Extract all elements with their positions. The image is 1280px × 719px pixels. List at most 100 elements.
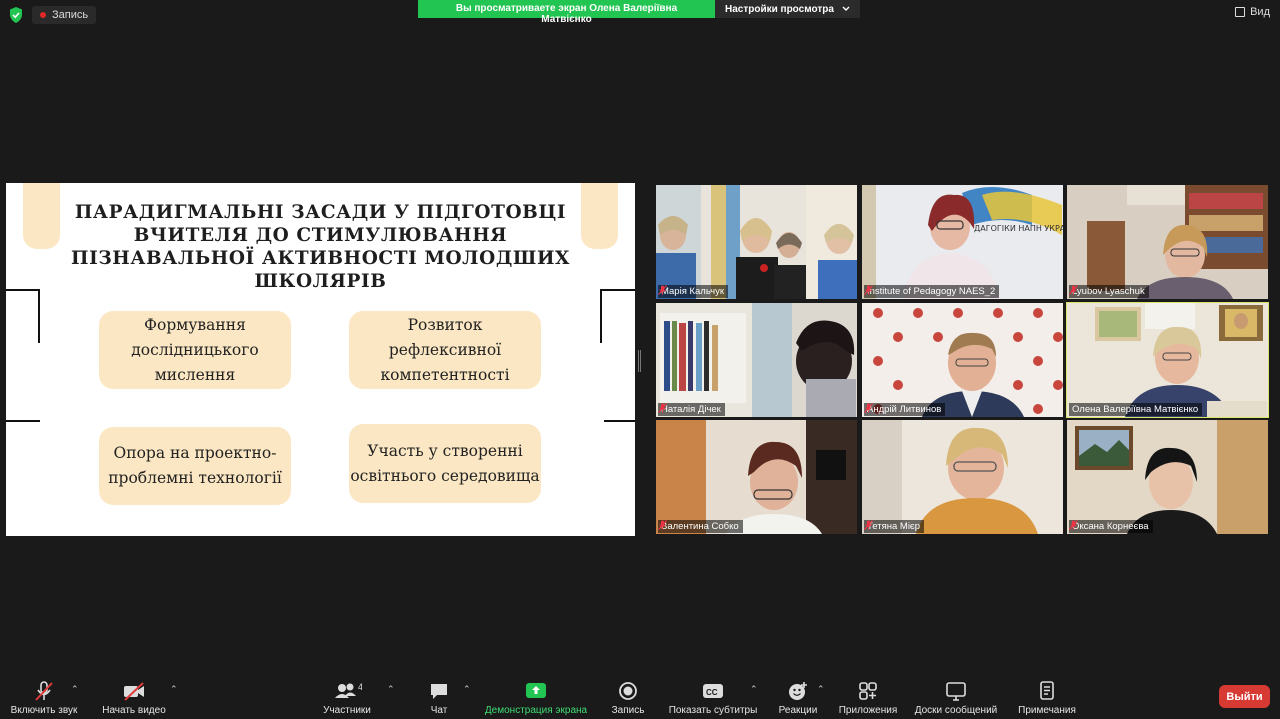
mic-muted-icon	[658, 285, 667, 295]
captions-options-caret-icon[interactable]: ⌃	[750, 684, 758, 695]
video-tile[interactable]: Андрій Литвинов	[862, 303, 1063, 417]
reactions-button[interactable]: Реакции	[776, 679, 820, 719]
video-tile[interactable]: Марія Кальчук	[656, 185, 857, 299]
mic-muted-icon	[864, 285, 873, 295]
view-options-button[interactable]: Настройки просмотра	[715, 0, 860, 18]
record-button[interactable]: Запись	[608, 679, 648, 719]
svg-text:ДАГОГІКИ НАПН УКРАЇНИ: ДАГОГІКИ НАПН УКРАЇНИ	[974, 223, 1063, 233]
video-feed-image	[1067, 185, 1268, 299]
notes-label: Примечания	[1018, 705, 1076, 716]
apps-label: Приложения	[838, 705, 898, 716]
video-tile-active-speaker[interactable]: Олена Валеріївна Матвієнко	[1066, 302, 1269, 418]
slide-decor-bracket	[6, 289, 40, 343]
chat-label: Чат	[430, 705, 448, 716]
meeting-toolbar: Включить звук ⌃ Начать видео ⌃ 41 Участн…	[0, 679, 1280, 719]
slide-decor-bracket	[600, 289, 635, 343]
slide-title: ПАРАДИГМАЛЬНІ ЗАСАДИ У ПІДГОТОВЦІ ВЧИТЕЛ…	[71, 202, 570, 292]
participant-nameplate: Lyubov Lyaschuk	[1069, 285, 1149, 298]
mic-muted-icon	[658, 403, 667, 413]
record-label: Запись	[611, 705, 645, 716]
start-video-label: Начать видео	[102, 705, 166, 716]
reactions-smiley-icon	[789, 682, 807, 700]
participant-nameplate: Тетяна Мієр	[864, 520, 925, 533]
view-label: Вид	[1250, 6, 1270, 18]
participant-name: Lyubov Lyaschuk	[1072, 286, 1145, 297]
closed-captions-icon: CC	[703, 684, 723, 698]
video-feed-image	[862, 420, 1063, 534]
captions-button[interactable]: CC Показать субтитры	[666, 679, 760, 719]
participant-name: Марія Кальчук	[661, 286, 725, 297]
reactions-options-caret-icon[interactable]: ⌃	[817, 684, 825, 695]
participant-name: Тетяна Мієр	[867, 521, 921, 532]
participants-button[interactable]: 41 Участники	[320, 679, 374, 719]
participants-label: Участники	[323, 705, 371, 716]
participants-count: 41	[358, 682, 362, 692]
whiteboards-label: Доски сообщений	[914, 705, 998, 716]
slide-box-research-thinking: Формування дослідницького мислення	[99, 311, 291, 389]
audio-options-caret-icon[interactable]: ⌃	[71, 684, 79, 695]
slide-decor-bracket	[604, 420, 635, 422]
participant-nameplate: Institute of Pedagogy NAES_2	[864, 285, 1000, 298]
video-tile[interactable]: Валентина Собко	[656, 420, 857, 534]
video-tile[interactable]: Lyubov Lyaschuk	[1067, 185, 1268, 299]
participant-name: Олена Валеріївна Матвієнко	[1072, 404, 1199, 415]
video-options-caret-icon[interactable]: ⌃	[170, 684, 178, 695]
slide-decor-tab-left	[23, 183, 60, 249]
mic-muted-icon	[35, 681, 53, 701]
mic-muted-icon	[864, 520, 873, 530]
share-screen-label: Демонстрация экрана	[484, 705, 588, 716]
video-feed-image	[1067, 420, 1268, 534]
slide-box-reflexive-competence: Розвиток рефлексивної компетентності	[349, 311, 541, 389]
participants-options-caret-icon[interactable]: ⌃	[387, 684, 395, 695]
mic-muted-icon	[1069, 285, 1078, 295]
share-screen-button[interactable]: Демонстрация экрана	[482, 679, 590, 719]
slide-decor-tab-right	[581, 183, 618, 249]
participant-nameplate: Оксана Корнеєва	[1069, 520, 1153, 533]
video-feed-image: ДАГОГІКИ НАПН УКРАЇНИ	[862, 185, 1063, 299]
notes-icon	[1040, 681, 1054, 700]
participant-nameplate: Валентина Собко	[658, 520, 743, 533]
mic-muted-icon	[864, 403, 873, 413]
whiteboards-button[interactable]: Доски сообщений	[910, 679, 1002, 719]
whiteboard-icon	[946, 682, 966, 701]
unmute-button[interactable]: Включить звук	[8, 679, 80, 719]
view-button[interactable]: Вид	[1235, 6, 1270, 18]
video-tile[interactable]: Тетяна Мієр	[862, 420, 1063, 534]
chevron-down-icon	[842, 6, 850, 11]
mic-muted-icon	[658, 520, 667, 530]
zoom-meeting-window: Запись Вы просматриваете экран Олена Вал…	[0, 0, 1280, 719]
recording-badge[interactable]: Запись	[32, 6, 97, 24]
chat-options-caret-icon[interactable]: ⌃	[463, 684, 471, 695]
chat-button[interactable]: Чат	[424, 679, 454, 719]
video-tile[interactable]: Оксана Корнеєва	[1067, 420, 1268, 534]
view-options-label: Настройки просмотра	[725, 3, 834, 15]
reactions-label: Реакции	[778, 705, 818, 716]
security-shield-icon[interactable]	[8, 6, 24, 24]
video-tile[interactable]: ДАГОГІКИ НАПН УКРАЇНИ Institute of Pedag…	[862, 185, 1063, 299]
svg-text:CC: CC	[706, 688, 718, 697]
leave-meeting-button[interactable]: Выйти	[1219, 685, 1270, 708]
video-feed-image	[656, 420, 857, 534]
participant-name: Оксана Корнеєва	[1072, 521, 1149, 532]
participant-nameplate: Олена Валеріївна Матвієнко	[1069, 403, 1203, 416]
participant-nameplate: Марія Кальчук	[658, 285, 729, 298]
top-left-controls: Запись	[8, 6, 97, 24]
start-video-button[interactable]: Начать видео	[100, 679, 168, 719]
participant-nameplate: Андрій Литвинов	[864, 403, 946, 416]
participant-name: Валентина Собко	[661, 521, 739, 532]
split-resize-handle[interactable]	[638, 350, 641, 372]
share-screen-icon	[526, 683, 546, 698]
video-tile[interactable]: Наталія Дічек	[656, 303, 857, 417]
recording-label: Запись	[52, 9, 89, 21]
video-feed-image	[1067, 303, 1268, 417]
slide-decor-bracket	[6, 420, 40, 422]
apps-button[interactable]: Приложения	[836, 679, 900, 719]
notes-button[interactable]: Примечания	[1014, 679, 1080, 719]
video-feed-image	[656, 303, 857, 417]
video-off-icon	[124, 682, 144, 701]
participants-icon: 41	[335, 682, 362, 698]
record-dot-icon	[40, 12, 46, 18]
video-feed-image	[862, 303, 1063, 417]
captions-label: Показать субтитры	[668, 705, 758, 716]
screen-share-banner: Вы просматриваете экран Олена Валерiївна…	[418, 0, 860, 25]
